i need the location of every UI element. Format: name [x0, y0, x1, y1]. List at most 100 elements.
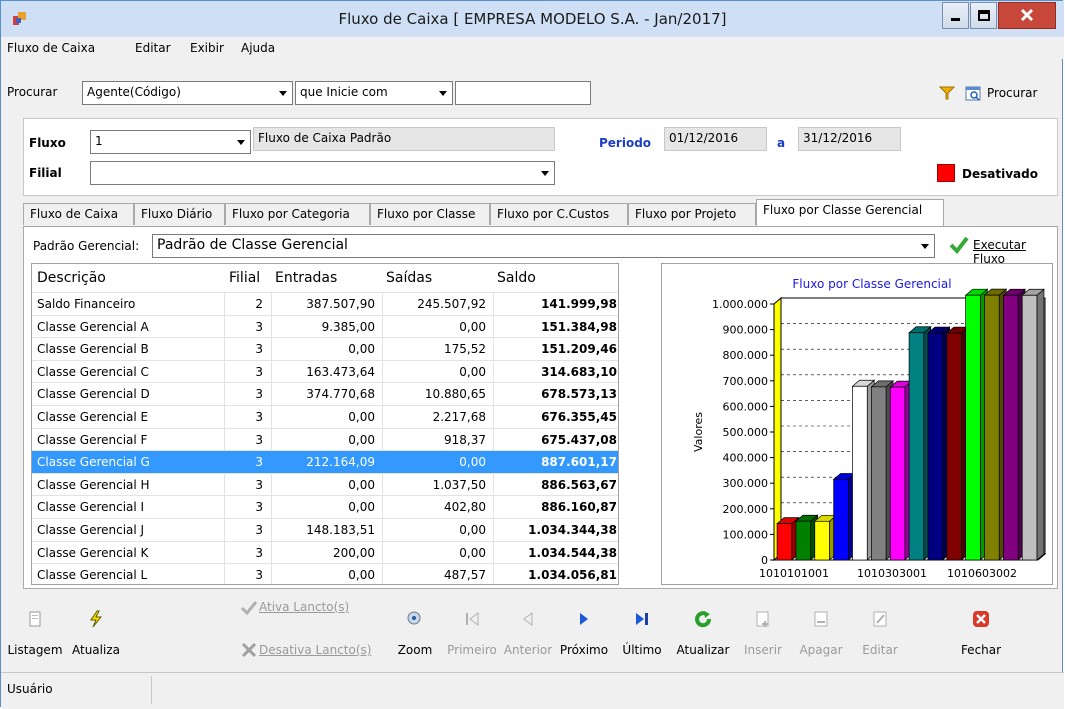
- title-bar: Fluxo de Caixa [ EMPRESA MODELO S.A. - J…: [1, 1, 1064, 37]
- cell-entradas: 374.770,68: [306, 387, 375, 402]
- last-icon: [636, 613, 648, 625]
- filter-icon[interactable]: [939, 86, 955, 100]
- chart-bar: [927, 332, 943, 561]
- chart-bar: [908, 332, 925, 561]
- tab-fluxo-por-ccustos[interactable]: Fluxo por C.Custos: [490, 203, 628, 225]
- status-bar: Usuário: [1, 672, 1064, 709]
- procurar-button[interactable]: Procurar: [965, 83, 1060, 105]
- tab-fluxo-por-classe-gerencial[interactable]: Fluxo por Classe Gerencial: [756, 199, 944, 226]
- cell-saidas: 245.507,92: [417, 297, 486, 311]
- cell-saldo: 675.437,08: [541, 432, 617, 447]
- menu-ajuda[interactable]: Ajuda: [241, 41, 275, 55]
- cell-saldo: 887.601,17: [541, 455, 617, 470]
- cell-saidas: 175,52: [444, 342, 486, 357]
- atualiza-button[interactable]: Atualiza: [66, 596, 126, 666]
- search-operator-value: que Inicie com: [300, 85, 388, 99]
- search-operator-select[interactable]: que Inicie com: [295, 81, 453, 105]
- search-input[interactable]: [455, 81, 591, 105]
- zoom-button[interactable]: Zoom: [385, 596, 445, 666]
- cell-filial: 3: [255, 342, 263, 357]
- apagar-button[interactable]: Apagar: [791, 596, 851, 666]
- periodo-from-field[interactable]: 01/12/2016: [664, 127, 767, 151]
- primeiro-button[interactable]: Primeiro: [442, 596, 502, 666]
- col-header-entradas[interactable]: Entradas: [275, 264, 337, 292]
- chart-y-tick-label: 200.000: [723, 503, 769, 516]
- data-grid[interactable]: Descrição Filial Entradas Saídas Saldo S…: [31, 263, 619, 585]
- inserir-button[interactable]: Inserir: [733, 596, 793, 666]
- tab-fluxo-por-categoria[interactable]: Fluxo por Categoria: [225, 203, 370, 225]
- col-header-descricao[interactable]: Descrição: [37, 264, 106, 292]
- table-row[interactable]: Classe Gerencial C 3 163.473,64 0,00 314.683…: [32, 359, 618, 383]
- table-row[interactable]: Classe Gerencial E 3 0,00 2.217,68 676.355,4…: [32, 405, 618, 428]
- anterior-label: Anterior: [503, 643, 553, 657]
- table-row[interactable]: Classe Gerencial F 3 0,00 918,37 675.437,08: [32, 427, 618, 451]
- search-field-select[interactable]: Agente(Código): [82, 81, 293, 105]
- proximo-button[interactable]: Próximo: [554, 596, 614, 666]
- page-icon: [29, 611, 41, 627]
- search-icon: [965, 86, 981, 101]
- lightning-icon: [90, 610, 103, 628]
- desativa-button[interactable]: Desativa Lancto(s): [231, 621, 376, 666]
- cell-saldo: 676.355,45: [541, 410, 617, 424]
- executar-fluxo-button[interactable]: Executar Fluxo: [949, 234, 1054, 266]
- chart-bar: [889, 386, 906, 561]
- insert-icon: [756, 611, 769, 627]
- cell-descricao: Classe Gerencial D: [37, 387, 150, 402]
- cell-entradas: 148.183,51: [306, 523, 375, 537]
- maximize-icon: [978, 10, 990, 21]
- cell-saidas: 0,00: [459, 364, 486, 379]
- listagem-button[interactable]: Listagem: [5, 596, 65, 666]
- cell-filial: 3: [255, 410, 263, 424]
- anterior-button[interactable]: Anterior: [498, 596, 558, 666]
- fluxo-select[interactable]: 1: [90, 130, 251, 154]
- ativa-button[interactable]: Ativa Lancto(s): [231, 596, 361, 621]
- table-row[interactable]: Classe Gerencial A 3 9.385,00 0,00 151.384,9…: [32, 314, 618, 338]
- minimize-button[interactable]: [942, 2, 969, 29]
- table-row[interactable]: Classe Gerencial B 3 0,00 175,52 151.209,46: [32, 337, 618, 360]
- zoom-icon: [407, 611, 421, 625]
- menu-bar: Fluxo de Caixa Editar Exibir Ajuda: [1, 37, 1064, 59]
- periodo-to-field[interactable]: 31/12/2016: [798, 127, 901, 151]
- maximize-button[interactable]: [970, 2, 997, 29]
- chevron-down-icon: [439, 91, 447, 96]
- col-header-filial[interactable]: Filial: [229, 264, 260, 292]
- table-row[interactable]: Classe Gerencial I 3 0,00 402,80 886.160,87: [32, 495, 618, 518]
- chart-bar-side: [1036, 288, 1045, 561]
- table-row[interactable]: Classe Gerencial D 3 374.770,68 10.880,65 67…: [32, 382, 618, 405]
- cell-descricao: Classe Gerencial H: [37, 477, 150, 492]
- first-icon: [466, 612, 479, 626]
- ultimo-button[interactable]: Último: [612, 596, 672, 666]
- table-row[interactable]: Classe Gerencial K 3 200,00 0,00 1.034.544,3…: [32, 540, 618, 564]
- table-row[interactable]: Classe Gerencial H 3 0,00 1.037,50 886.563,6…: [32, 472, 618, 496]
- col-header-saidas[interactable]: Saídas: [386, 264, 432, 292]
- next-icon: [580, 613, 588, 625]
- editar-button[interactable]: Editar: [850, 596, 910, 666]
- table-row[interactable]: Saldo Financeiro 2 387.507,90 245.507,92 141…: [32, 292, 618, 315]
- chart-y-tick-label: 0: [761, 554, 768, 567]
- menu-fluxo-de-caixa[interactable]: Fluxo de Caixa: [7, 41, 95, 55]
- table-row[interactable]: Classe Gerencial J 3 148.183,51 0,00 1.034.3…: [32, 518, 618, 541]
- chart-bar: [852, 385, 868, 561]
- cell-entradas: 9.385,00: [321, 319, 375, 334]
- filial-select[interactable]: [90, 161, 555, 185]
- chart-bar: [833, 479, 849, 561]
- tab-fluxo-de-caixa[interactable]: Fluxo de Caixa: [23, 203, 134, 225]
- chart-bar: [814, 520, 830, 561]
- x-icon: [241, 642, 257, 658]
- col-header-saldo[interactable]: Saldo: [497, 264, 536, 292]
- cell-saldo: 886.160,87: [541, 500, 617, 515]
- tab-fluxo-diario[interactable]: Fluxo Diário: [134, 203, 225, 225]
- menu-exibir[interactable]: Exibir: [190, 41, 224, 55]
- check-icon: [240, 601, 258, 616]
- tab-fluxo-por-projeto[interactable]: Fluxo por Projeto: [628, 203, 756, 225]
- table-row[interactable]: Classe Gerencial L 3 0,00 487,57 1.034.056,8…: [32, 563, 618, 584]
- atualizar-button[interactable]: Atualizar: [673, 596, 733, 666]
- tab-fluxo-por-classe[interactable]: Fluxo por Classe: [370, 203, 490, 225]
- cell-filial: 3: [255, 477, 263, 492]
- cell-saldo: 886.563,67: [541, 477, 617, 492]
- fechar-button[interactable]: Fechar: [951, 596, 1011, 666]
- close-button[interactable]: [998, 2, 1056, 29]
- menu-editar[interactable]: Editar: [135, 41, 171, 55]
- table-row[interactable]: Classe Gerencial G 3 212.164,09 0,00 887.601…: [32, 450, 618, 474]
- gerencial-select[interactable]: Padrão de Classe Gerencial: [152, 234, 935, 258]
